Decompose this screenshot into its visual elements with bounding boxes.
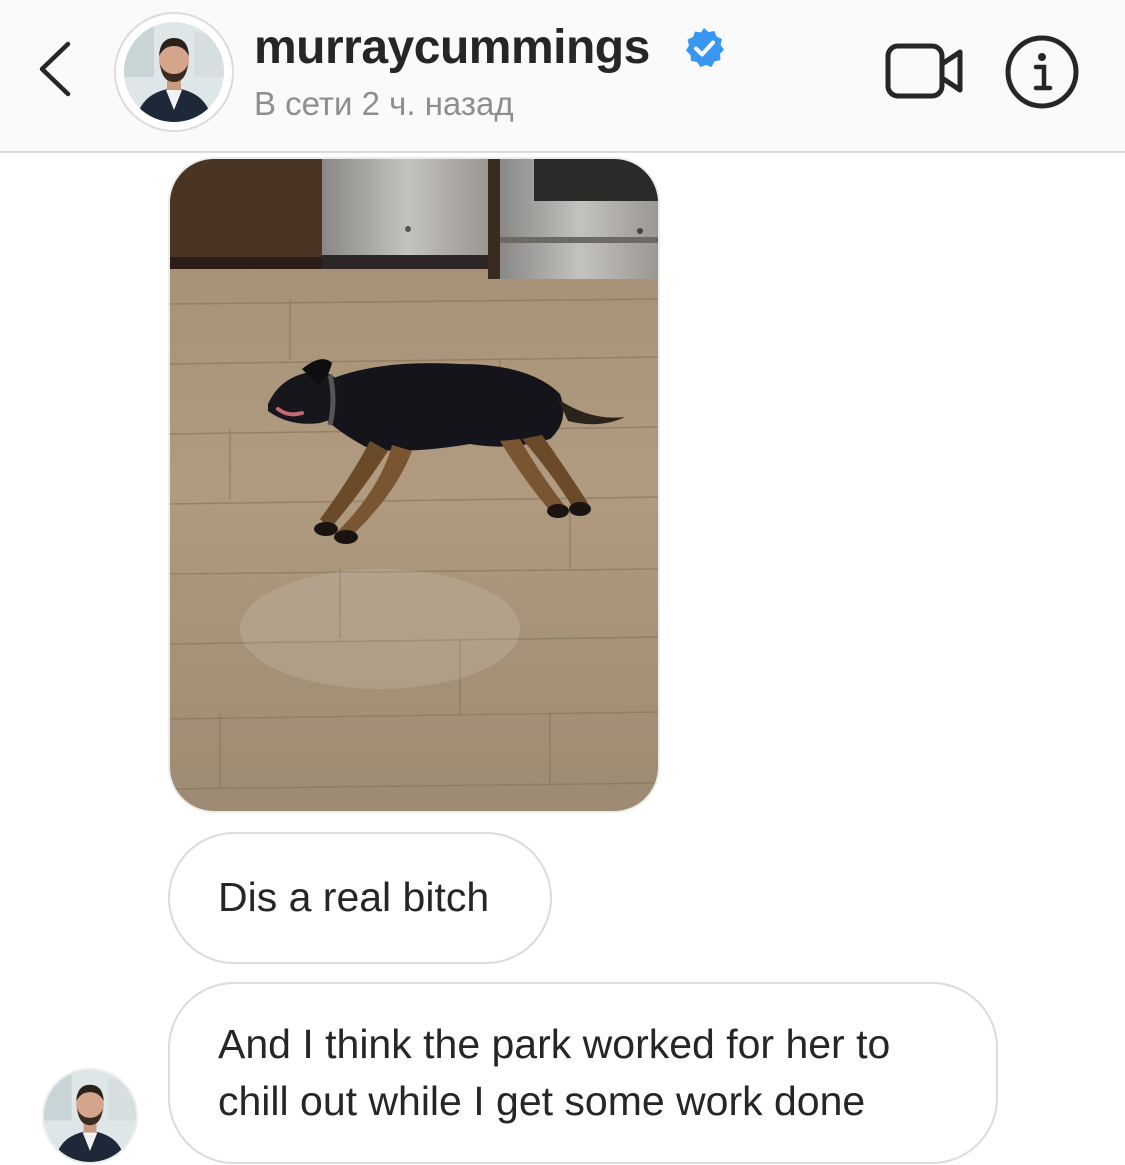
avatar-image (44, 1070, 136, 1162)
profile-avatar[interactable] (114, 12, 234, 132)
info-button[interactable] (1004, 34, 1080, 110)
message-text: Dis a real bitch (218, 874, 490, 920)
verified-badge-icon (686, 28, 724, 67)
photo-message[interactable] (168, 157, 660, 813)
message-text-line: And I think the park worked for her to (218, 1021, 891, 1067)
message-bubble[interactable]: And I think the park worked for her to c… (168, 982, 998, 1164)
avatar-image (124, 22, 224, 122)
online-status: В сети 2 ч. назад (254, 85, 514, 122)
info-icon (1005, 35, 1079, 109)
sender-avatar[interactable] (42, 1068, 138, 1164)
chat-username[interactable]: murraycummings (254, 20, 650, 76)
message-text-line: chill out while I get some work done (218, 1078, 866, 1124)
dog-photo (170, 159, 658, 811)
video-call-button[interactable] (884, 40, 966, 102)
back-button[interactable] (30, 36, 80, 102)
chat-header: murraycummings В сети 2 ч. назад (0, 0, 1125, 153)
chevron-left-icon (39, 41, 71, 97)
message-bubble[interactable]: Dis a real bitch (168, 832, 552, 964)
video-camera-icon (885, 43, 963, 99)
